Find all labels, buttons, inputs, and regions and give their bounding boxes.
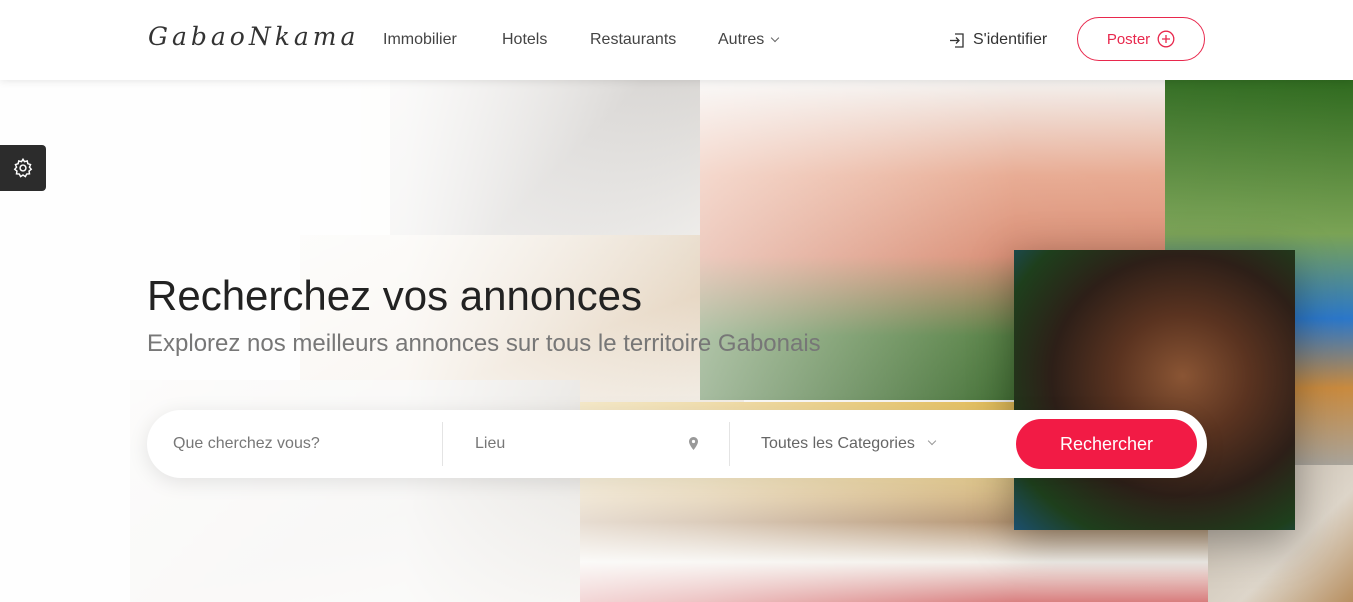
search-button[interactable]: Rechercher — [1016, 419, 1197, 469]
nav-item-restaurants[interactable]: Restaurants — [590, 31, 676, 49]
sign-in-icon — [950, 32, 964, 48]
plus-circle-icon — [1157, 30, 1175, 48]
search-divider — [729, 422, 730, 466]
top-navbar: GabaoNkama Immobilier Hotels Restaurants… — [0, 0, 1353, 80]
category-select[interactable]: Toutes les Categories — [761, 410, 1001, 478]
login-link[interactable]: S'identifier — [949, 31, 1047, 49]
map-pin-icon — [689, 437, 698, 450]
chevron-down-icon — [771, 33, 780, 43]
search-input[interactable] — [171, 434, 436, 454]
nav-item-autres[interactable]: Autres — [718, 31, 780, 49]
post-button[interactable]: Poster — [1077, 17, 1205, 61]
nav-item-autres-label: Autres — [718, 31, 765, 48]
nav-item-immobilier[interactable]: Immobilier — [383, 31, 457, 49]
location-field-wrapper — [473, 410, 701, 478]
chevron-down-icon — [927, 436, 937, 446]
query-field-wrapper — [171, 410, 436, 478]
location-input[interactable] — [473, 434, 701, 454]
settings-button[interactable] — [0, 145, 46, 191]
nav-item-hotels[interactable]: Hotels — [502, 31, 547, 49]
search-divider — [442, 422, 443, 466]
hero-subtitle: Explorez nos meilleurs annonces sur tous… — [147, 330, 821, 357]
site-logo[interactable]: GabaoNkama — [148, 22, 359, 51]
search-bar: Toutes les Categories Rechercher — [147, 410, 1207, 478]
gear-icon — [13, 157, 33, 178]
post-button-label: Poster — [1106, 30, 1151, 48]
hero-title: Recherchez vos annonces — [147, 272, 642, 319]
collage-photo-portrait — [1014, 250, 1295, 530]
category-select-value: Toutes les Categories — [761, 435, 915, 452]
login-label: S'identifier — [973, 31, 1048, 48]
